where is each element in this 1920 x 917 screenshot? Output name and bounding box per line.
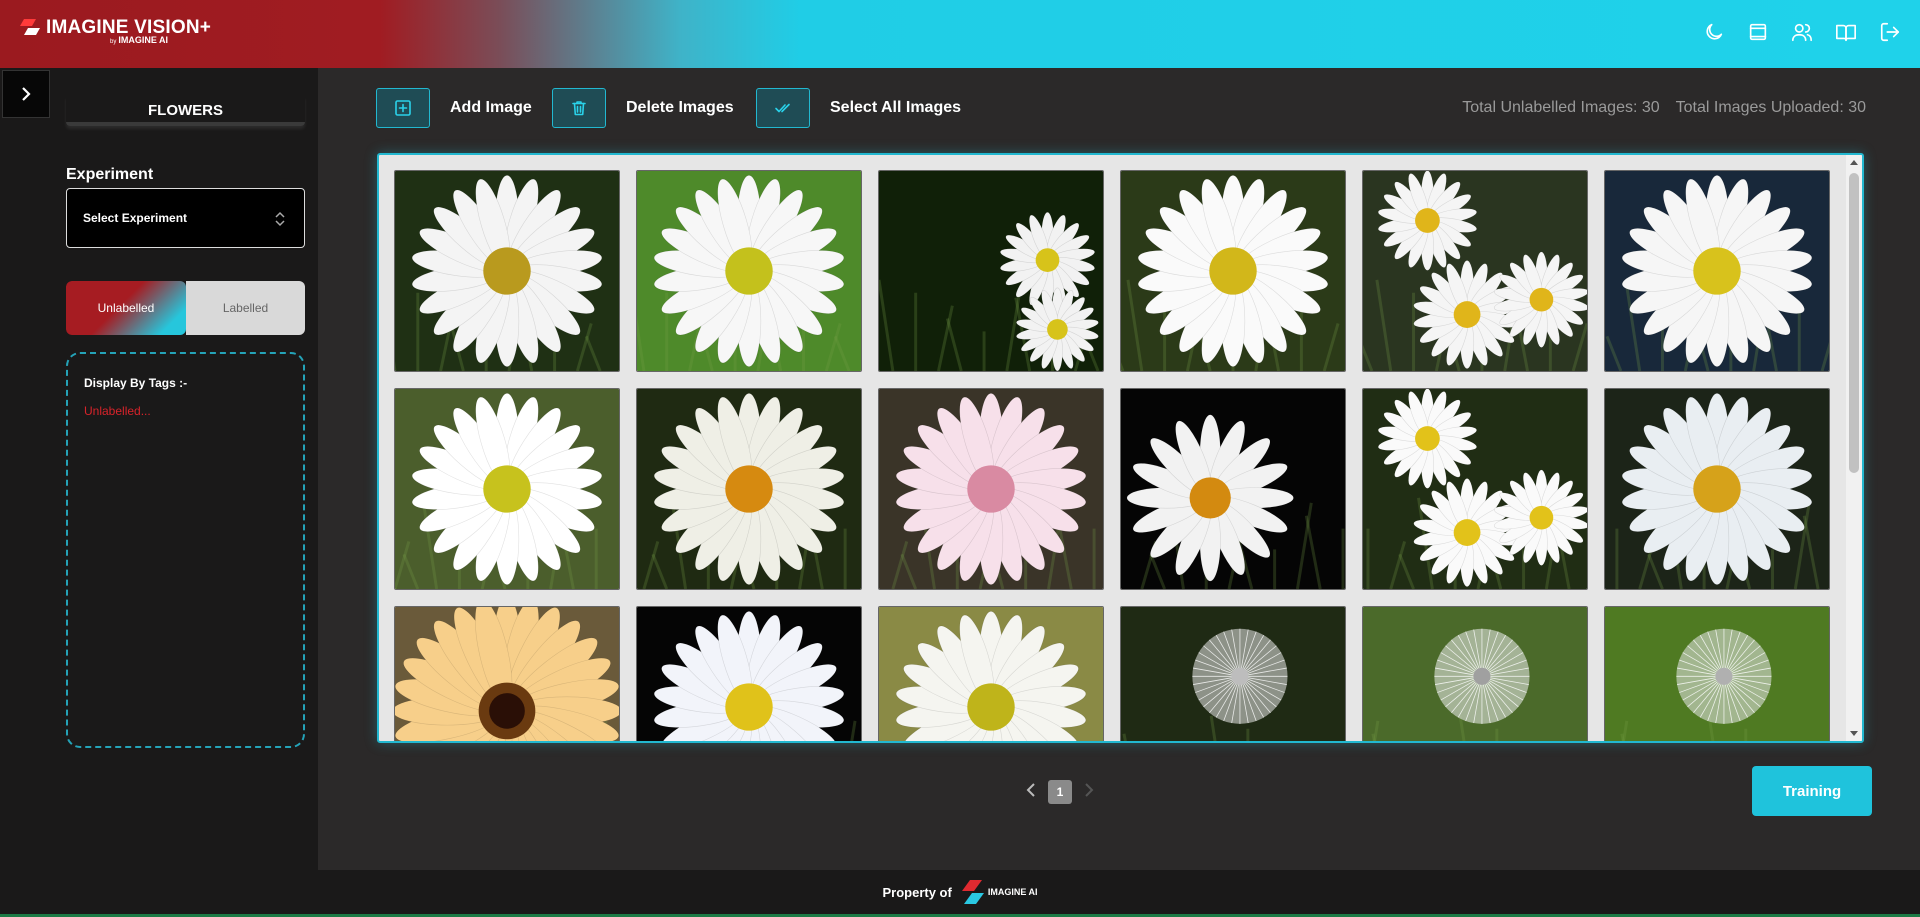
image-stats: Total Unlabelled Images: 30 Total Images … — [1446, 99, 1866, 117]
double-check-icon — [756, 88, 810, 128]
experiment-select-value: Select Experiment — [83, 211, 188, 225]
tags-title: Display By Tags :- — [84, 376, 188, 390]
footer-logo: IMAGINE AI — [961, 880, 1038, 904]
image-tile[interactable] — [636, 170, 862, 372]
image-tile[interactable] — [1362, 170, 1588, 372]
prev-page-icon[interactable] — [1024, 781, 1038, 804]
flower-image — [1605, 607, 1829, 741]
image-tile[interactable] — [1120, 170, 1346, 372]
flower-image — [637, 607, 861, 741]
logo-mark-icon — [20, 19, 40, 35]
image-tile[interactable] — [1362, 388, 1588, 590]
gallery-scrollbar[interactable] — [1846, 155, 1862, 741]
book-icon[interactable] — [1834, 20, 1858, 44]
pagination: 1 — [1024, 780, 1096, 804]
sidebar-toggle-button[interactable] — [2, 70, 50, 118]
flower-image — [1121, 607, 1345, 741]
image-tile[interactable] — [636, 606, 862, 741]
plus-square-icon — [376, 88, 430, 128]
app-header: IMAGINE VISION+ by IMAGINE AI — [0, 0, 1920, 68]
flower-image — [1121, 389, 1345, 589]
moon-icon[interactable] — [1702, 20, 1726, 44]
flower-image — [395, 607, 619, 741]
flower-image — [395, 171, 619, 371]
flower-image — [1363, 607, 1587, 741]
image-tile[interactable] — [1604, 606, 1830, 741]
scroll-thumb[interactable] — [1849, 173, 1859, 473]
experiment-label: Experiment — [66, 166, 154, 183]
page-number-current[interactable]: 1 — [1048, 780, 1072, 804]
add-image-label: Add Image — [450, 99, 532, 116]
flower-image — [637, 171, 861, 371]
image-gallery[interactable] — [377, 153, 1864, 743]
tags-panel: Display By Tags :- Unlabelled... — [66, 352, 305, 748]
flower-image — [1121, 171, 1345, 371]
image-tile[interactable] — [878, 606, 1104, 741]
project-title: FLOWERS — [66, 96, 305, 126]
footer-text: Property of — [882, 884, 952, 900]
image-tile[interactable] — [878, 388, 1104, 590]
training-button[interactable]: Training — [1752, 766, 1872, 816]
flower-image — [879, 389, 1103, 589]
image-tile[interactable] — [1120, 388, 1346, 590]
image-tile[interactable] — [394, 388, 620, 590]
chevron-updown-icon — [275, 211, 285, 227]
image-tile[interactable] — [394, 606, 620, 741]
select-all-label: Select All Images — [830, 99, 962, 116]
flower-image — [395, 389, 619, 589]
label-filter-toggle: Unlabelled Labelled — [66, 281, 305, 335]
experiment-select[interactable]: Select Experiment — [66, 188, 305, 248]
monitor-icon[interactable] — [1746, 20, 1770, 44]
delete-images-button[interactable]: Delete Images — [552, 88, 734, 128]
footer: Property of IMAGINE AI — [0, 870, 1920, 917]
image-grid — [394, 170, 1830, 741]
delete-images-label: Delete Images — [626, 99, 734, 116]
logo-subtitle: by IMAGINE AI — [110, 35, 169, 45]
flower-image — [1363, 171, 1587, 371]
image-tile[interactable] — [394, 170, 620, 372]
select-all-button[interactable]: Select All Images — [756, 88, 961, 128]
flower-image — [637, 389, 861, 589]
image-tile[interactable] — [1604, 170, 1830, 372]
imagine-ai-logo-icon — [961, 880, 984, 904]
trash-icon — [552, 88, 606, 128]
image-tile[interactable] — [1120, 606, 1346, 741]
stat-unlabelled: Total Unlabelled Images: 30 — [1462, 99, 1660, 116]
footer-logo-text: IMAGINE AI — [987, 887, 1038, 897]
app-logo[interactable]: IMAGINE VISION+ by IMAGINE AI — [20, 16, 211, 50]
image-tile[interactable] — [1362, 606, 1588, 741]
tags-empty-text: Unlabelled... — [84, 404, 151, 418]
stat-uploaded: Total Images Uploaded: 30 — [1675, 99, 1866, 116]
flower-image — [1605, 171, 1829, 371]
flower-image — [879, 607, 1103, 741]
users-icon[interactable] — [1790, 20, 1814, 44]
logout-icon[interactable] — [1878, 20, 1902, 44]
chevron-right-icon — [22, 87, 31, 101]
flower-image — [1363, 389, 1587, 589]
toggle-unlabelled[interactable]: Unlabelled — [66, 281, 186, 335]
main-content: Add Image Delete Images Select All Image… — [318, 68, 1920, 870]
image-tile[interactable] — [878, 170, 1104, 372]
add-image-button[interactable]: Add Image — [376, 88, 532, 128]
scroll-up-arrow[interactable] — [1850, 160, 1858, 165]
flower-image — [879, 171, 1103, 371]
image-tile[interactable] — [1604, 388, 1830, 590]
next-page-icon[interactable] — [1082, 781, 1096, 804]
scroll-down-arrow[interactable] — [1850, 731, 1858, 736]
flower-image — [1605, 389, 1829, 589]
image-tile[interactable] — [636, 388, 862, 590]
toggle-labelled[interactable]: Labelled — [186, 281, 305, 335]
